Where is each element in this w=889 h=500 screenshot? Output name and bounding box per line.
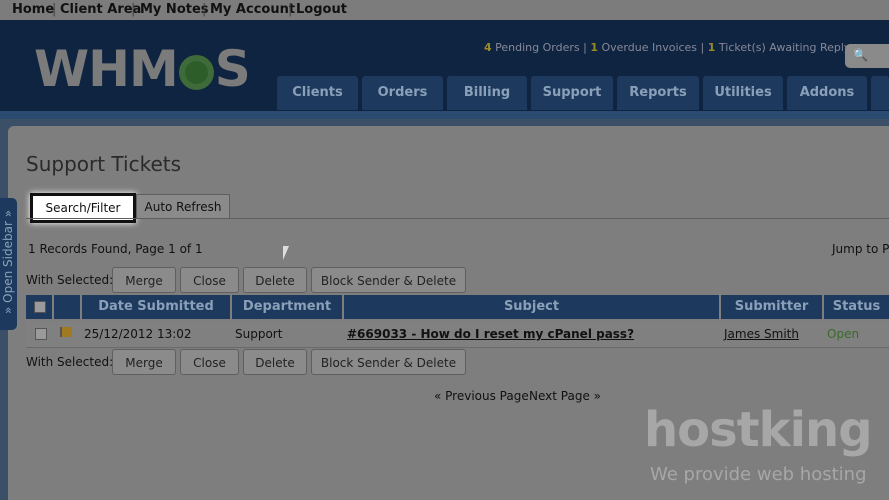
status-separator: |: [700, 41, 705, 54]
logo-text: S: [214, 40, 251, 98]
nav-separator: |: [52, 2, 57, 17]
open-sidebar-tab[interactable]: » Open Sidebar »: [0, 198, 17, 330]
table-header-status[interactable]: Status: [824, 295, 889, 319]
with-selected-label: With Selected:: [26, 355, 114, 369]
tab-auto-refresh[interactable]: Auto Refresh: [136, 194, 230, 219]
jump-to-page[interactable]: Jump to P: [832, 242, 889, 256]
divider: [26, 218, 889, 219]
close-button[interactable]: Close: [180, 267, 239, 293]
row-checkbox[interactable]: [35, 328, 47, 340]
tickets-awaiting-link[interactable]: Ticket(s) Awaiting Reply: [719, 41, 851, 54]
overdue-invoices-link[interactable]: Overdue Invoices: [602, 41, 698, 54]
search-input[interactable]: 🔍: [845, 44, 889, 68]
close-button[interactable]: Close: [180, 349, 239, 375]
search-icon: 🔍: [853, 48, 868, 62]
delete-button[interactable]: Delete: [243, 267, 307, 293]
table-header-subject[interactable]: Subject: [344, 295, 719, 319]
status-badge: Open: [827, 327, 860, 341]
tab-reports[interactable]: Reports: [617, 76, 699, 110]
nav-separator: |: [131, 2, 136, 17]
nav-my-account-link[interactable]: My Account: [210, 2, 295, 17]
pending-orders-link[interactable]: Pending Orders: [495, 41, 579, 54]
tab-clients[interactable]: Clients: [277, 76, 358, 110]
nav-separator: |: [288, 2, 293, 17]
nav-separator: |: [202, 2, 207, 17]
table-header-flag: [54, 295, 80, 319]
ticket-submitter-link[interactable]: James Smith: [724, 327, 799, 341]
ticket-date: 25/12/2012 13:02: [84, 327, 192, 341]
with-selected-label: With Selected:: [26, 273, 114, 287]
next-page-link[interactable]: Next Page »: [529, 389, 601, 403]
select-all-checkbox[interactable]: [34, 301, 46, 313]
nav-my-notes-link[interactable]: My Notes: [140, 2, 209, 17]
table-header-department[interactable]: Department: [232, 295, 342, 319]
ticket-subject-link[interactable]: #669033 - How do I reset my cPanel pass?: [347, 327, 634, 341]
hostking-watermark: hostking We provide web hosting: [644, 402, 874, 494]
table-header-select: [26, 295, 52, 319]
nav-logout-link[interactable]: Logout: [296, 2, 347, 17]
header-band: [0, 111, 889, 119]
flag-icon[interactable]: [60, 327, 72, 337]
ticket-department: Support: [235, 327, 283, 341]
block-sender-delete-button[interactable]: Block Sender & Delete: [311, 267, 466, 293]
gear-icon: [178, 55, 214, 90]
pending-orders-count[interactable]: 4: [484, 41, 492, 54]
merge-button[interactable]: Merge: [112, 349, 176, 375]
tab-support[interactable]: Support: [531, 76, 613, 110]
tab-more[interactable]: [871, 76, 889, 110]
mouse-cursor-icon: [283, 246, 289, 260]
watermark-tagline: We provide web hosting: [650, 464, 867, 485]
block-sender-delete-button[interactable]: Block Sender & Delete: [311, 349, 466, 375]
status-summary: 4 Pending Orders | 1 Overdue Invoices | …: [484, 41, 850, 54]
overdue-invoices-count[interactable]: 1: [590, 41, 598, 54]
merge-button[interactable]: Merge: [112, 267, 176, 293]
records-found: 1 Records Found, Page 1 of 1: [28, 242, 203, 256]
delete-button[interactable]: Delete: [243, 349, 307, 375]
top-navigation: Home | Client Area | My Notes | My Accou…: [0, 0, 889, 20]
logo-text: WHM: [34, 40, 179, 98]
status-separator: |: [583, 41, 587, 54]
whmcs-logo[interactable]: WHM S: [34, 44, 251, 94]
tab-addons[interactable]: Addons: [787, 76, 867, 110]
previous-page-link[interactable]: « Previous Page: [434, 389, 529, 403]
tab-billing[interactable]: Billing: [447, 76, 527, 110]
nav-client-area-link[interactable]: Client Area: [60, 2, 141, 17]
nav-home-link[interactable]: Home: [12, 2, 54, 17]
open-sidebar-label: » Open Sidebar »: [1, 209, 15, 314]
watermark-brand: hostking: [644, 402, 873, 458]
tab-utilities[interactable]: Utilities: [703, 76, 783, 110]
table-header-date[interactable]: Date Submitted: [82, 295, 230, 319]
table-header-submitter[interactable]: Submitter: [721, 295, 822, 319]
header: WHM S 4 Pending Orders | 1 Overdue Invoic…: [0, 20, 889, 111]
page-title: Support Tickets: [26, 152, 182, 176]
tab-orders[interactable]: Orders: [362, 76, 443, 110]
tickets-awaiting-count[interactable]: 1: [708, 41, 716, 54]
